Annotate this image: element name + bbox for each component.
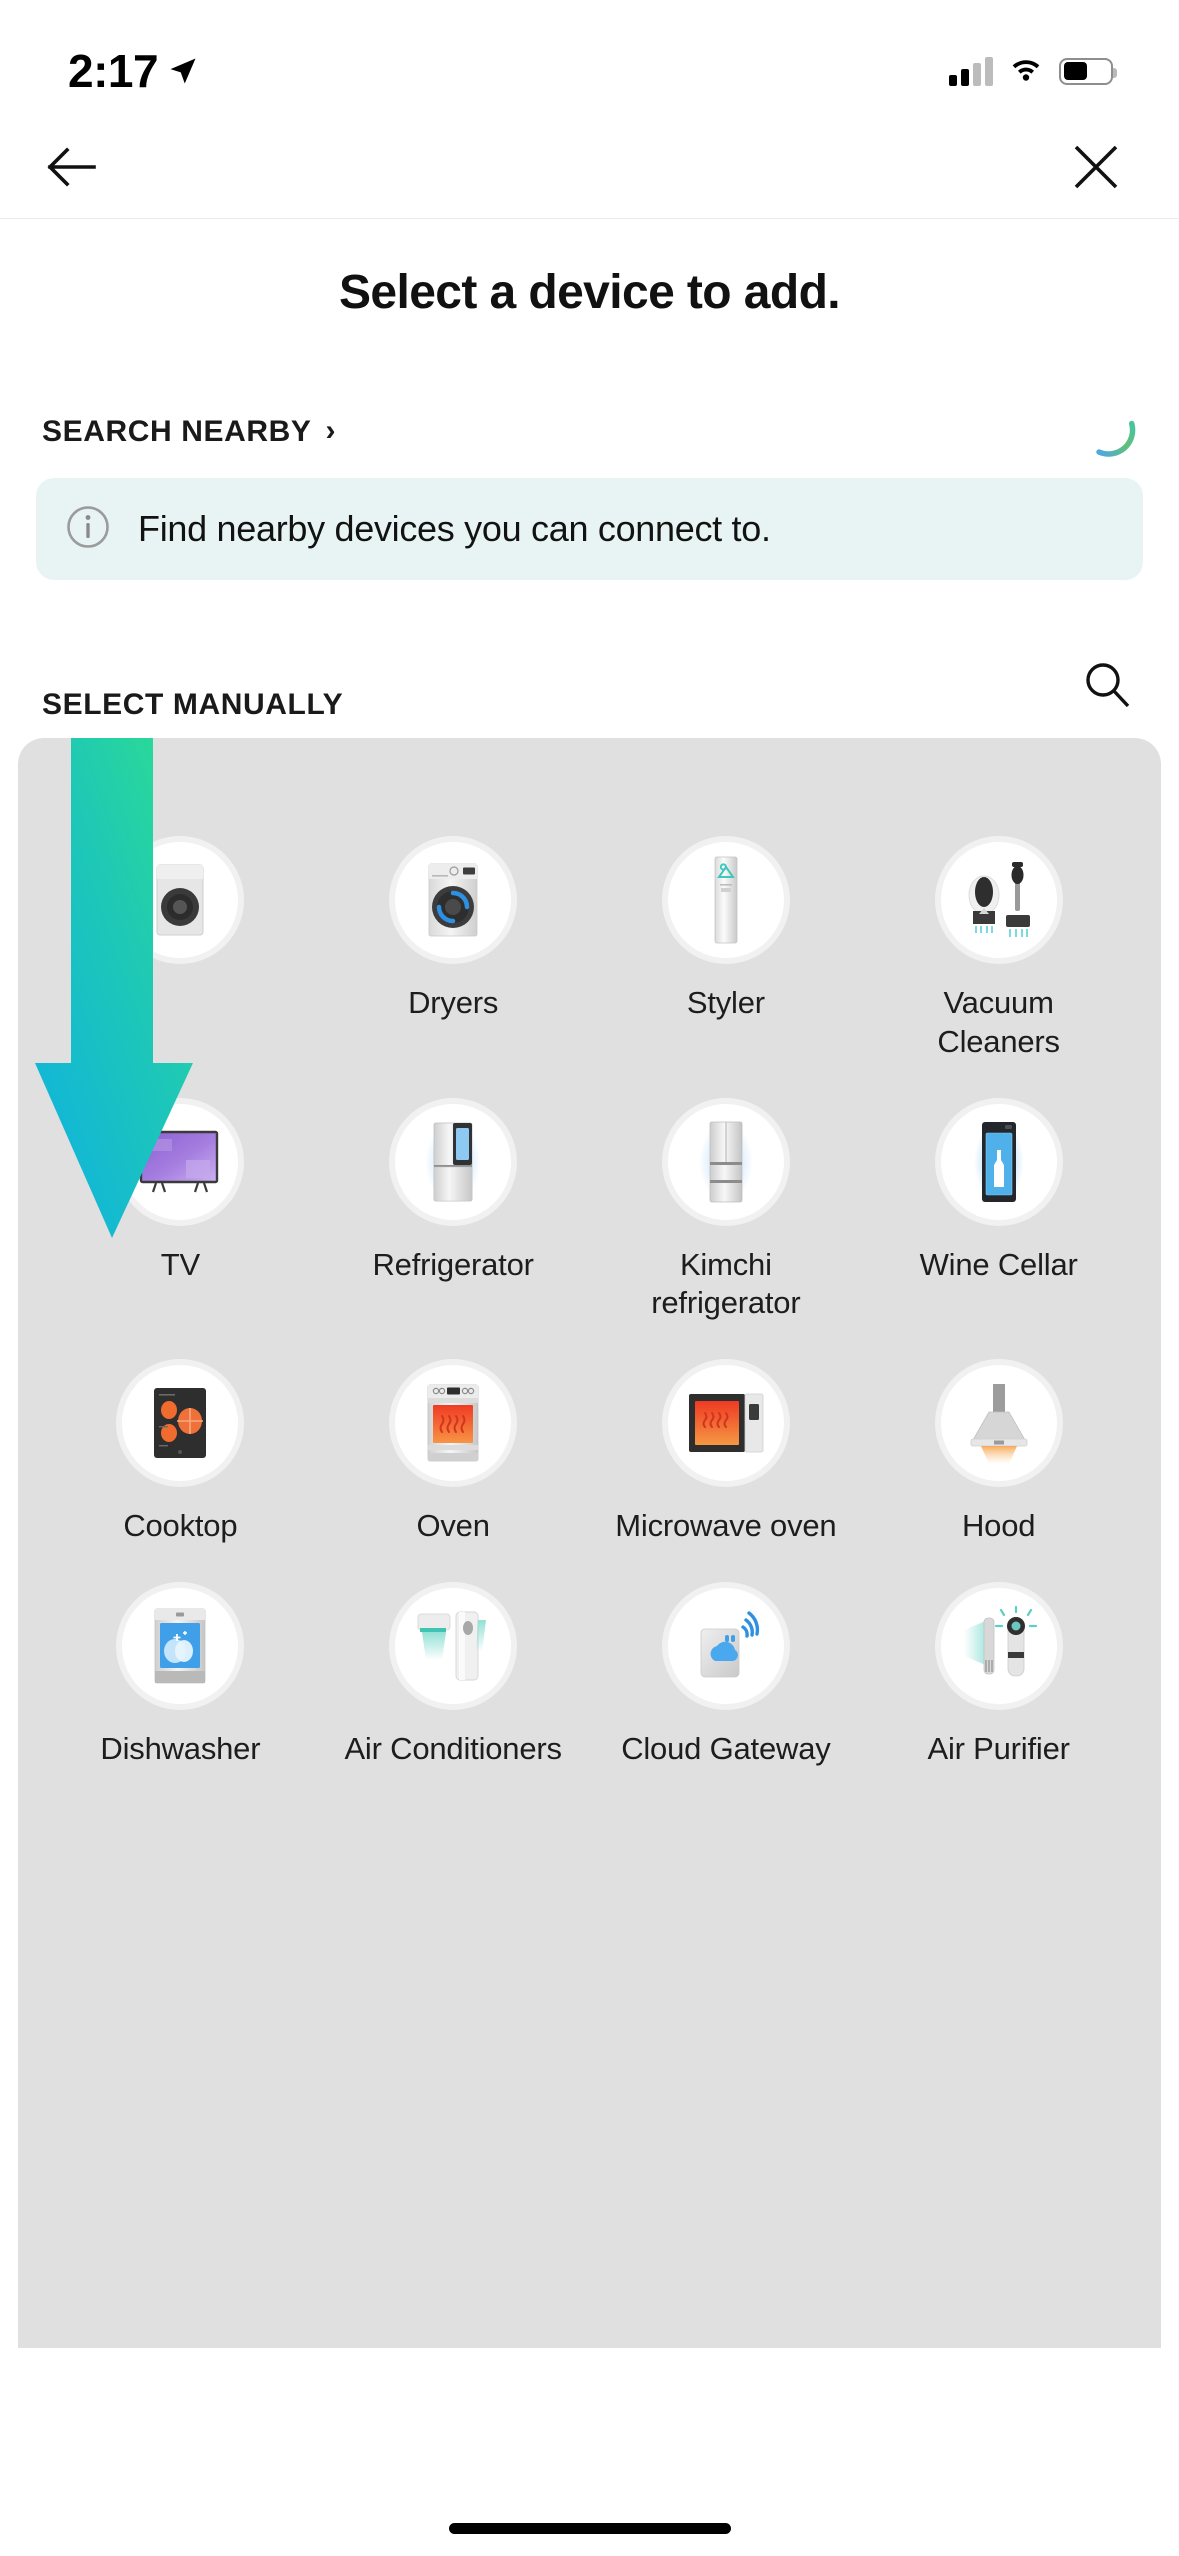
search-nearby-section: SEARCH NEARBY › Find nearby devices you … bbox=[0, 402, 1179, 580]
microwave-oven-icon bbox=[687, 1392, 765, 1454]
device-tile-hood[interactable]: Hood bbox=[862, 1335, 1135, 1546]
device-tile-label: Vacuum Cleaners bbox=[937, 985, 1060, 1059]
tile-icon-wrapper bbox=[395, 842, 512, 958]
device-tile-label: Air Conditioners bbox=[344, 1730, 562, 1766]
device-tile-cooktop[interactable]: Cooktop bbox=[44, 1335, 317, 1546]
device-tile-label: Dryers bbox=[408, 985, 499, 1020]
device-tile-dryers[interactable]: Dryers bbox=[317, 812, 590, 1062]
kimchi-refrigerator-icon bbox=[696, 1120, 756, 1204]
tv-icon bbox=[138, 1130, 222, 1194]
device-tile-washer[interactable] bbox=[44, 812, 317, 1062]
styler-icon bbox=[709, 856, 743, 944]
search-nearby-label: SEARCH NEARBY bbox=[42, 415, 312, 448]
tile-icon-wrapper bbox=[395, 1587, 512, 1704]
device-tile-vacuum-cleaners[interactable]: Vacuum Cleaners bbox=[862, 812, 1135, 1062]
device-tile-cloud-gateway[interactable]: Cloud Gateway bbox=[590, 1558, 863, 1769]
device-grid: Dryers Styler Vacuum Cleaners TV Refrige… bbox=[44, 812, 1135, 1769]
location-arrow-icon bbox=[168, 56, 198, 86]
device-tile-label: Cooktop bbox=[123, 1508, 238, 1543]
device-tile-air-conditioners[interactable]: Air Conditioners bbox=[317, 1558, 590, 1769]
device-tile-label: Wine Cellar bbox=[919, 1246, 1078, 1282]
info-banner-text: Find nearby devices you can connect to. bbox=[138, 508, 771, 549]
device-tile-styler[interactable]: Styler bbox=[590, 812, 863, 1062]
search-nearby-header: SEARCH NEARBY › bbox=[36, 402, 1143, 463]
tile-icon-wrapper bbox=[395, 1365, 512, 1481]
device-tile-dishwasher[interactable]: Dishwasher bbox=[44, 1558, 317, 1769]
device-tile-tv[interactable]: TV bbox=[44, 1074, 317, 1324]
device-tile-label: TV bbox=[160, 1246, 200, 1282]
tile-icon-wrapper bbox=[395, 1103, 512, 1220]
search-icon bbox=[1080, 658, 1134, 715]
tile-icon-wrapper bbox=[667, 1587, 784, 1704]
hood-icon bbox=[961, 1382, 1037, 1464]
device-tile-label: Refrigerator bbox=[372, 1246, 534, 1282]
device-tile-label: Microwave oven bbox=[615, 1508, 837, 1543]
tile-icon-wrapper bbox=[940, 1587, 1057, 1704]
oven-icon bbox=[424, 1383, 482, 1463]
tile-icon-wrapper bbox=[667, 842, 784, 958]
device-tile-kimchi-refrigerator[interactable]: Kimchi refrigerator bbox=[590, 1074, 863, 1324]
device-tile-wine-cellar[interactable]: Wine Cellar bbox=[862, 1074, 1135, 1324]
device-tile-label: Air Purifier bbox=[927, 1730, 1070, 1766]
select-manually-header: SELECT MANUALLY bbox=[0, 660, 1179, 722]
tile-icon-wrapper bbox=[122, 842, 239, 958]
device-tile-label: Cloud Gateway bbox=[621, 1730, 831, 1766]
select-manually-label: SELECT MANUALLY bbox=[42, 688, 344, 721]
wifi-icon bbox=[1009, 56, 1043, 87]
battery-fill bbox=[1063, 62, 1087, 80]
close-button[interactable] bbox=[1059, 131, 1133, 205]
device-tile-label: Dishwasher bbox=[100, 1730, 261, 1766]
status-bar-right bbox=[949, 56, 1119, 87]
tile-icon-wrapper bbox=[122, 1365, 239, 1481]
cellular-signal-icon bbox=[949, 56, 993, 86]
tile-icon-wrapper bbox=[122, 1103, 239, 1220]
home-indicator bbox=[448, 2523, 731, 2534]
device-tile-label: Styler bbox=[686, 985, 765, 1020]
refrigerator-icon bbox=[423, 1120, 483, 1204]
tile-icon-wrapper bbox=[940, 1103, 1057, 1220]
air-conditioner-icon bbox=[412, 1606, 494, 1686]
battery-icon bbox=[1059, 57, 1117, 85]
device-grid-panel: L Dryers Styler Vacuum Cleaners TV Refri… bbox=[18, 708, 1161, 2348]
tile-icon-wrapper bbox=[940, 842, 1057, 958]
device-tile-label: Oven bbox=[416, 1508, 490, 1543]
tile-icon-wrapper bbox=[667, 1365, 784, 1481]
wine-cellar-icon bbox=[971, 1120, 1027, 1204]
tile-icon-wrapper bbox=[667, 1103, 784, 1220]
device-tile-microwave-oven[interactable]: Microwave oven bbox=[590, 1335, 863, 1546]
device-tile-oven[interactable]: Oven bbox=[317, 1335, 590, 1546]
dryer-icon bbox=[422, 862, 484, 938]
tile-icon-wrapper bbox=[940, 1365, 1057, 1481]
info-banner: Find nearby devices you can connect to. bbox=[36, 478, 1143, 580]
close-x-icon bbox=[1073, 144, 1119, 193]
cloud-gateway-icon bbox=[689, 1609, 763, 1683]
chevron-right-icon: › bbox=[325, 414, 337, 447]
tile-icon-wrapper bbox=[122, 1587, 239, 1704]
search-nearby-link[interactable]: SEARCH NEARBY › bbox=[42, 415, 336, 449]
vacuum-cleaner-icon bbox=[960, 859, 1038, 941]
device-tile-refrigerator[interactable]: Refrigerator bbox=[317, 1074, 590, 1324]
cooktop-icon bbox=[149, 1386, 211, 1460]
navigation-bar bbox=[0, 118, 1179, 218]
air-purifier-icon bbox=[958, 1605, 1040, 1686]
page-title: Select a device to add. bbox=[338, 266, 841, 319]
device-category-label: L bbox=[92, 780, 111, 813]
status-bar-clock: 2:17 bbox=[68, 45, 159, 97]
status-bar: 2:17 bbox=[0, 0, 1179, 118]
device-tile-label: Hood bbox=[961, 1508, 1036, 1543]
back-arrow-icon bbox=[46, 146, 96, 191]
status-bar-left: 2:17 bbox=[68, 44, 198, 98]
device-tile-label: Kimchi refrigerator bbox=[651, 1246, 801, 1321]
info-circle-icon bbox=[66, 505, 110, 554]
washer-icon bbox=[149, 863, 211, 937]
device-tile-air-purifier[interactable]: Air Purifier bbox=[862, 1558, 1135, 1769]
dishwasher-icon bbox=[151, 1607, 209, 1685]
back-button[interactable] bbox=[34, 131, 108, 205]
loading-spinner-icon bbox=[1081, 402, 1137, 463]
search-button[interactable] bbox=[1077, 656, 1137, 716]
